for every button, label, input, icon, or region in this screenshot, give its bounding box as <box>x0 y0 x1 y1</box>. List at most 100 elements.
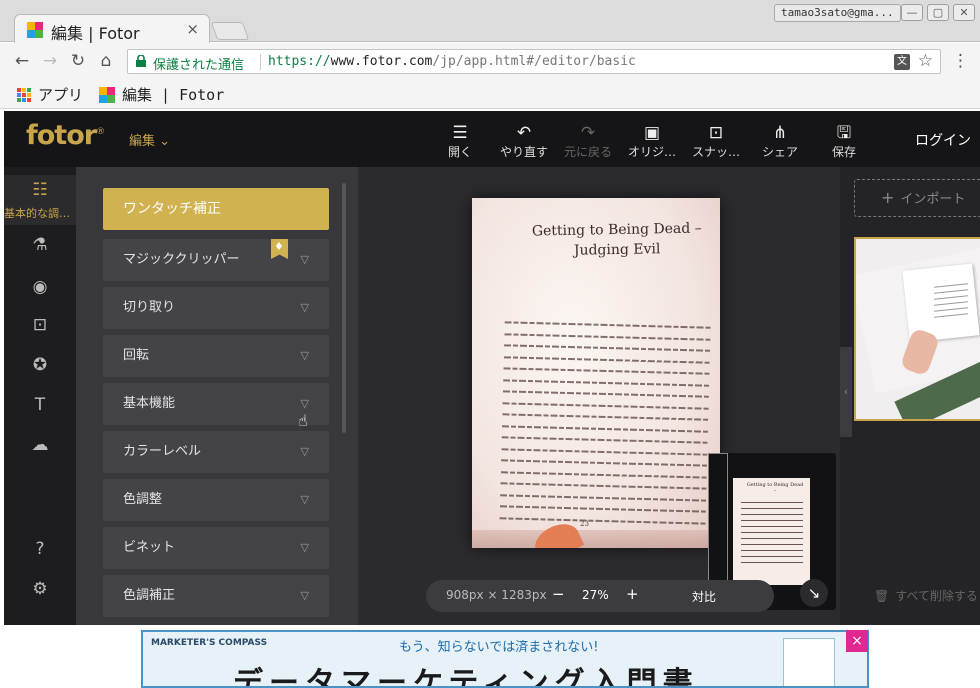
profile-button[interactable]: tamao3sato@gma... <box>774 4 901 22</box>
ad-brand: MARKETER'S COMPASS <box>151 638 268 648</box>
settings-icon[interactable]: ⚙ <box>28 577 52 601</box>
navigator-thumbnail: Getting to Being Dead – <box>733 478 810 585</box>
open-button[interactable]: ☰ 開く <box>425 123 495 160</box>
chevron-down-icon: ▽ <box>300 349 309 362</box>
chevron-down-icon: ▽ <box>300 493 309 506</box>
bookmarks-bar: アプリ 編集 | Fotor <box>0 79 980 109</box>
panel-item-crop[interactable]: 切り取り ▽ <box>103 287 329 329</box>
snapshot-button[interactable]: ⊡ スナッ… <box>681 123 751 160</box>
hand-cursor-icon: ☝ <box>298 411 308 430</box>
ad-book-image <box>783 638 835 686</box>
save-icon: 🖫 <box>836 123 852 143</box>
ad-area: MARKETER'S COMPASS もう、知らないでは済まされない! データマ… <box>0 625 980 688</box>
redo-button[interactable]: ↷ 元に戻る <box>553 123 623 160</box>
compare-button[interactable]: 対比 <box>692 588 716 605</box>
frame-icon[interactable]: ⊡ <box>28 313 52 337</box>
photo-page-edge <box>472 530 720 548</box>
browser-tab[interactable]: 編集 | Fotor × <box>14 14 210 43</box>
bookmark-star-icon[interactable]: ☆ <box>918 51 933 71</box>
tool-rail: ☷ 基本的な調… ⚗ ◉ ⊡ ✪ T ☁ ? ⚙ <box>4 167 76 625</box>
chevron-down-icon: ▽ <box>300 589 309 602</box>
fotor-favicon-icon <box>27 22 43 38</box>
zoom-bar: 908px × 1283px − 27% + 対比 <box>426 580 774 612</box>
url-text: https://www.fotor.com/jp/app.html#/edito… <box>268 54 636 69</box>
tab-close-icon[interactable]: × <box>186 20 199 38</box>
panel-item-rotate[interactable]: 回転 ▽ <box>103 335 329 377</box>
original-button[interactable]: ▣ オリジ… <box>617 123 687 160</box>
collapse-navigator-icon[interactable]: ↘ <box>800 579 828 607</box>
premium-diamond-icon <box>271 239 288 259</box>
help-icon[interactable]: ? <box>28 537 52 561</box>
edit-menu-dropdown[interactable]: 編集 ⌄ <box>129 130 170 149</box>
ad-headline: データマーケティング入門書 <box>233 666 699 688</box>
chevron-down-icon: ▽ <box>300 301 309 314</box>
delete-all-button[interactable]: 🗑 すべて削除する <box>874 587 978 604</box>
ad-banner[interactable]: MARKETER'S COMPASS もう、知らないでは済まされない! データマ… <box>141 630 869 688</box>
zoom-in-button[interactable]: + <box>626 585 639 603</box>
panel-scrollbar[interactable] <box>342 183 346 433</box>
bookmark-apps[interactable]: アプリ <box>17 84 83 105</box>
ad-tagline: もう、知らないでは済まされない! <box>399 640 599 655</box>
ad-close-button[interactable]: × <box>846 630 868 652</box>
effects-flask-icon[interactable]: ⚗ <box>28 233 52 257</box>
chevron-down-icon: ⌄ <box>159 134 171 149</box>
panel-item-color-adjust[interactable]: 色調整 ▽ <box>103 479 329 521</box>
chevron-down-icon: ▽ <box>300 253 309 266</box>
share-button[interactable]: ⋔ シェア <box>745 123 815 160</box>
close-window-button[interactable]: ✕ <box>953 4 975 21</box>
undo-button[interactable]: ↶ やり直す <box>489 123 559 160</box>
forward-icon[interactable]: → <box>39 50 61 72</box>
panel-item-basic[interactable]: 基本機能 ▽ <box>103 383 329 425</box>
snapshot-icon: ⊡ <box>708 123 724 143</box>
share-icon: ⋔ <box>772 123 788 143</box>
browser-toolbar: ← → ↻ ⌂ 保護された通信 https://www.fotor.com/jp… <box>0 43 980 79</box>
book-text-lines <box>499 321 711 533</box>
save-button[interactable]: 🖫 保存 <box>809 123 879 160</box>
tab-title: 編集 | Fotor <box>51 24 140 43</box>
menu-icon: ☰ <box>452 123 468 143</box>
editor-canvas[interactable]: Getting to Being Dead – Judging Evil 23 … <box>358 167 840 625</box>
translate-icon[interactable]: 文 <box>894 54 910 70</box>
browser-titlebar: 編集 | Fotor × tamao3sato@gma... — ▢ ✕ <box>0 0 980 43</box>
zoom-out-button[interactable]: − <box>552 585 565 603</box>
panel-item-vignette[interactable]: ビネット ▽ <box>103 527 329 569</box>
chevron-down-icon: ▽ <box>300 541 309 554</box>
fotor-app: fotor® 編集 ⌄ ☰ 開く ↶ やり直す ↷ 元に戻る ▣ オリジ… ⊡ スナッ… … <box>4 111 980 625</box>
book-title: Getting to Being Dead – Judging Evil <box>531 220 702 259</box>
library-thumbnail[interactable] <box>854 237 980 421</box>
browser-menu-icon[interactable]: ⋮ <box>952 51 969 71</box>
panel-item-tone-correction[interactable]: 色調補正 ▽ <box>103 575 329 617</box>
beauty-eye-icon[interactable]: ◉ <box>28 275 52 299</box>
zoom-percent: 27% <box>582 588 609 602</box>
edited-photo[interactable]: Getting to Being Dead – Judging Evil 23 <box>472 198 720 548</box>
login-button[interactable]: ログイン <box>915 130 971 150</box>
trash-icon: 🗑 <box>874 589 890 603</box>
panel-item-color-level[interactable]: カラーレベル ▽ <box>103 431 329 473</box>
image-library: ‹ + インポート 🗑 すべて削除する <box>840 167 980 625</box>
bookmark-fotor[interactable]: 編集 | Fotor <box>99 84 224 105</box>
one-touch-enhance-button[interactable]: ワンタッチ補正 <box>103 188 329 230</box>
sticker-icon[interactable]: ✪ <box>28 353 52 377</box>
rail-item-basic-adjust[interactable]: ☷ 基本的な調… <box>4 175 76 225</box>
minimize-button[interactable]: — <box>901 4 923 21</box>
apps-grid-icon <box>17 87 31 102</box>
home-icon[interactable]: ⌂ <box>95 50 117 72</box>
address-bar[interactable]: 保護された通信 https://www.fotor.com/jp/app.htm… <box>127 49 941 74</box>
redo-icon: ↷ <box>580 123 596 143</box>
maximize-button[interactable]: ▢ <box>927 4 949 21</box>
new-tab-button[interactable] <box>210 22 250 40</box>
back-icon[interactable]: ← <box>11 50 33 72</box>
reload-icon[interactable]: ↻ <box>67 50 89 72</box>
collapse-panel-icon[interactable]: ‹ <box>840 347 852 437</box>
adjust-panel: ワンタッチ補正 マジッククリッパー ▽ 切り取り▽ 回転▽ 基本機能▽ カラーレ… <box>76 167 358 625</box>
fotor-logo[interactable]: fotor® <box>26 120 105 151</box>
url-divider <box>260 54 261 70</box>
chevron-down-icon: ▽ <box>300 445 309 458</box>
image-icon: ▣ <box>643 123 661 143</box>
bookmark-label: アプリ <box>38 86 84 104</box>
import-button[interactable]: + インポート <box>854 179 980 217</box>
text-icon[interactable]: T <box>28 393 52 417</box>
sliders-icon: ☷ <box>32 180 48 200</box>
panel-item-magic-clipper[interactable]: マジッククリッパー ▽ <box>103 239 329 281</box>
cloud-upload-icon[interactable]: ☁ <box>28 433 52 457</box>
